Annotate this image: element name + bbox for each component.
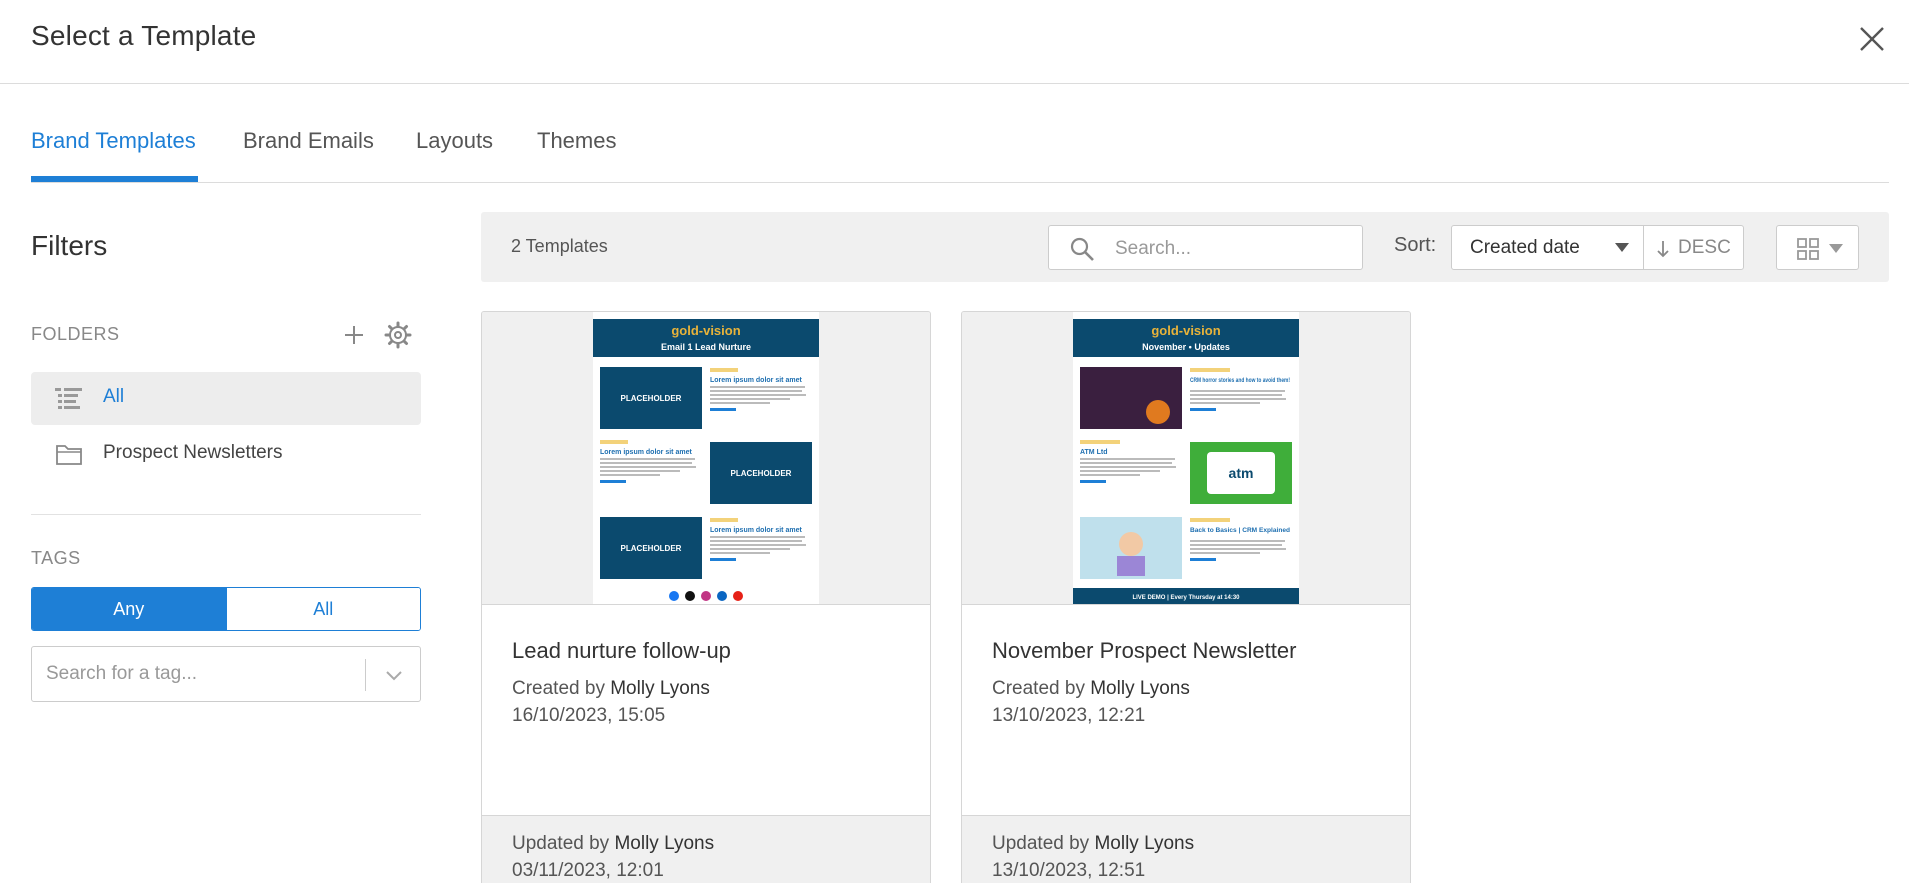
template-card-footer: Updated by Molly Lyons 13/10/2023, 12:51 (962, 815, 1410, 883)
tag-search-input[interactable] (46, 659, 346, 689)
preview-footer: LIVE DEMO | Every Thursday at 14:30 (1132, 595, 1240, 601)
template-updated-by: Updated by Molly Lyons (992, 833, 1194, 855)
template-name: November Prospect Newsletter (992, 638, 1297, 663)
preview-subtitle: Email 1 Lead Nurture (661, 342, 751, 352)
sort-direction-value: DESC (1678, 237, 1731, 258)
add-folder-button[interactable] (339, 320, 369, 350)
preview-placeholder-1: PLACEHOLDER (621, 394, 682, 403)
tag-match-toggle: Any All (31, 587, 421, 631)
template-updated-by: Updated by Molly Lyons (512, 833, 714, 855)
template-search-input[interactable] (1115, 235, 1345, 263)
tag-search-select[interactable] (31, 646, 421, 702)
template-name: Lead nurture follow-up (512, 638, 731, 663)
tag-match-any-button[interactable]: Any (32, 588, 226, 630)
gear-icon (384, 321, 412, 349)
filters-divider (31, 514, 421, 515)
template-created-date: 16/10/2023, 15:05 (512, 705, 666, 726)
preview-heading-2: Lorem ipsum dolor sit amet (600, 449, 692, 456)
arrow-down-icon (1657, 241, 1669, 258)
folder-item-prospect-newsletters[interactable]: Prospect Newsletters (31, 428, 421, 481)
template-updated-date: 13/10/2023, 12:51 (992, 860, 1146, 881)
template-card-november-newsletter[interactable]: gold-vision November • Updates CRM horro… (961, 311, 1411, 883)
modal-header: Select a Template (0, 0, 1909, 84)
sort-field-select[interactable]: Created date (1451, 225, 1644, 270)
tab-themes[interactable]: Themes (537, 128, 616, 154)
preview-article-1: CRM horror stories and how to avoid them… (1190, 377, 1290, 384)
caret-down-icon (1829, 244, 1843, 253)
template-card-lead-nurture[interactable]: gold-vision Email 1 Lead Nurture PLACEHO… (481, 311, 931, 883)
template-card-footer: Updated by Molly Lyons 03/11/2023, 12:01 (482, 815, 930, 883)
templates-toolbar: 2 Templates Sort: Created date DESC (481, 212, 1889, 282)
preview-heading-3: Lorem ipsum dolor sit amet (710, 527, 802, 534)
tab-layouts[interactable]: Layouts (416, 128, 493, 154)
close-button[interactable] (1853, 20, 1891, 58)
list-icon (55, 388, 82, 409)
updated-prefix: Updated by (512, 833, 610, 854)
preview-subtitle: November • Updates (1142, 342, 1230, 352)
active-tab-indicator (31, 176, 198, 182)
folder-settings-button[interactable] (383, 320, 413, 350)
preview-heading-1: Lorem ipsum dolor sit amet (710, 377, 802, 384)
sort-direction-button[interactable]: DESC (1643, 225, 1744, 270)
updated-author: Molly Lyons (614, 833, 715, 854)
preview-article-3: Back to Basics | CRM Explained (1190, 527, 1290, 534)
search-icon (1070, 237, 1094, 261)
caret-down-icon (1615, 243, 1629, 252)
template-thumbnail: gold-vision November • Updates CRM horro… (962, 312, 1410, 605)
tab-brand-templates[interactable]: Brand Templates (31, 128, 196, 154)
filters-title: Filters (31, 230, 108, 261)
preview-placeholder-3: PLACEHOLDER (621, 544, 682, 553)
template-created-date: 13/10/2023, 12:21 (992, 705, 1146, 726)
created-prefix: Created by (512, 678, 605, 699)
tag-match-all-button[interactable]: All (225, 588, 420, 630)
template-created-by: Created by Molly Lyons (992, 678, 1190, 700)
sort-label: Sort: (1394, 234, 1437, 256)
folder-icon (56, 445, 82, 465)
modal-title: Select a Template (31, 20, 257, 51)
created-prefix: Created by (992, 678, 1085, 699)
updated-author: Molly Lyons (1094, 833, 1195, 854)
folder-item-all[interactable]: All (31, 372, 421, 425)
updated-prefix: Updated by (992, 833, 1090, 854)
folder-label: All (103, 386, 125, 407)
tags-label: TAGS (31, 548, 81, 568)
folder-label: Prospect Newsletters (103, 442, 283, 463)
template-tabs: Brand Templates Brand Emails Layouts The… (31, 84, 1889, 183)
template-updated-date: 03/11/2023, 12:01 (512, 860, 664, 881)
preview-brand: gold-vision (1151, 323, 1220, 338)
sort-field-value: Created date (1470, 237, 1580, 258)
tab-brand-emails[interactable]: Brand Emails (243, 128, 374, 154)
folders-label: FOLDERS (31, 324, 120, 344)
template-created-by: Created by Molly Lyons (512, 678, 710, 700)
view-mode-button[interactable] (1776, 225, 1859, 270)
close-icon (1860, 27, 1884, 51)
tag-search-separator (365, 659, 366, 691)
email-preview-image: gold-vision November • Updates CRM horro… (1073, 312, 1299, 604)
created-author: Molly Lyons (1090, 678, 1190, 699)
grid-view-icon (1797, 238, 1819, 260)
template-search[interactable] (1048, 225, 1363, 270)
preview-article-2: ATM Ltd (1080, 449, 1107, 456)
template-thumbnail: gold-vision Email 1 Lead Nurture PLACEHO… (482, 312, 930, 605)
preview-brand: gold-vision (671, 323, 740, 338)
preview-placeholder-2: PLACEHOLDER (731, 469, 792, 478)
plus-icon (345, 326, 363, 344)
preview-logo: atm (1229, 465, 1254, 481)
chevron-down-icon[interactable] (380, 663, 408, 687)
created-author: Molly Lyons (610, 678, 710, 699)
template-count: 2 Templates (511, 236, 608, 256)
email-preview-image: gold-vision Email 1 Lead Nurture PLACEHO… (593, 312, 819, 604)
